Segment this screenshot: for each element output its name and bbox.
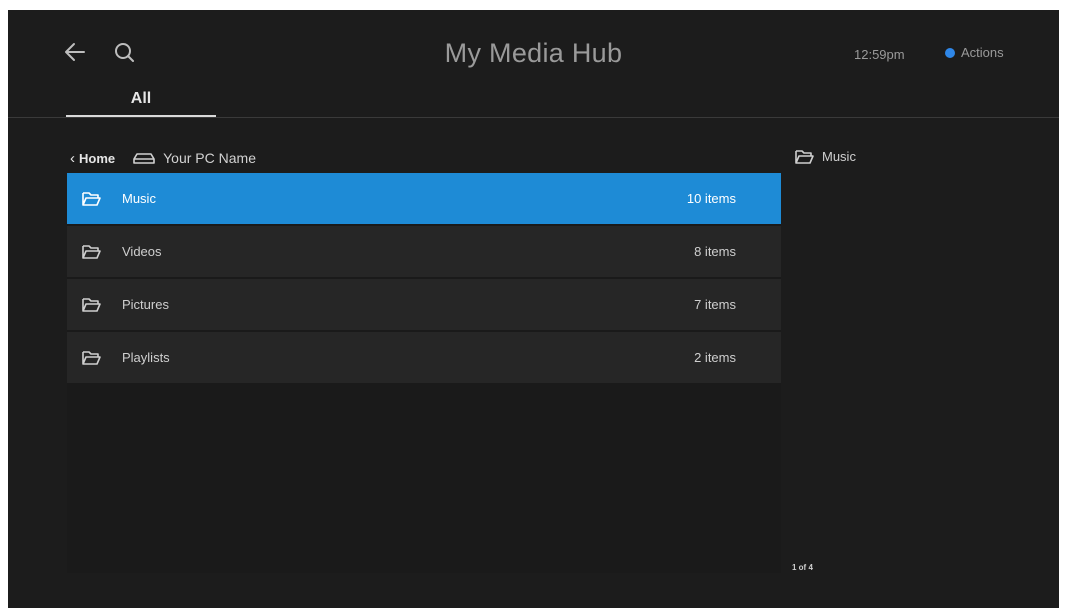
folder-name: Playlists [122, 350, 170, 365]
breadcrumb-pc[interactable]: Your PC Name [133, 150, 256, 166]
breadcrumb-home-label: Home [79, 150, 116, 166]
folder-icon [82, 245, 101, 259]
header-divider [8, 117, 1059, 118]
media-hub-screen: My Media Hub 12:59pm Actions All ‹ Home … [8, 10, 1059, 608]
folder-name: Music [122, 191, 156, 206]
tab-all[interactable]: All [66, 90, 216, 118]
folder-count: 7 items [694, 297, 736, 312]
actions-button[interactable]: Actions [945, 45, 1004, 60]
breadcrumb-home[interactable]: ‹ Home [70, 150, 115, 167]
preview-folder-label: Music [822, 149, 856, 164]
breadcrumb: ‹ Home Your PC Name [70, 148, 256, 168]
folder-count: 2 items [694, 350, 736, 365]
folder-row-videos[interactable]: Videos 8 items [67, 226, 781, 278]
back-button[interactable] [62, 40, 88, 64]
tab-all-label: All [130, 90, 152, 107]
folder-count: 8 items [694, 244, 736, 259]
blue-dot-icon [945, 47, 955, 58]
folder-name: Pictures [122, 297, 169, 312]
folder-row-music[interactable]: Music 10 items [67, 173, 781, 225]
folder-row-pictures[interactable]: Pictures 7 items [67, 279, 781, 331]
folder-icon [82, 351, 101, 365]
arrow-left-icon [65, 43, 85, 61]
header: My Media Hub 12:59pm Actions All [8, 10, 1059, 118]
folder-row-playlists[interactable]: Playlists 2 items [67, 332, 781, 384]
folder-name: Videos [122, 244, 162, 259]
folder-list: Music 10 items Videos 8 items Pictures 7… [67, 173, 781, 573]
folder-count: 10 items [686, 191, 736, 206]
chevron-left-icon: ‹ [70, 149, 75, 167]
search-button[interactable] [112, 40, 138, 66]
clock-time: 12:59pm [854, 47, 905, 62]
folder-icon [82, 192, 101, 206]
pc-drive-icon [133, 153, 155, 164]
search-icon [115, 43, 134, 62]
breadcrumb-pc-label: Your PC Name [163, 150, 256, 166]
page-indicator: 1 of 4 [792, 563, 813, 572]
folder-icon [82, 298, 101, 312]
preview-folder: Music [794, 148, 856, 165]
folder-icon [795, 150, 814, 164]
actions-label: Actions [961, 45, 1004, 60]
